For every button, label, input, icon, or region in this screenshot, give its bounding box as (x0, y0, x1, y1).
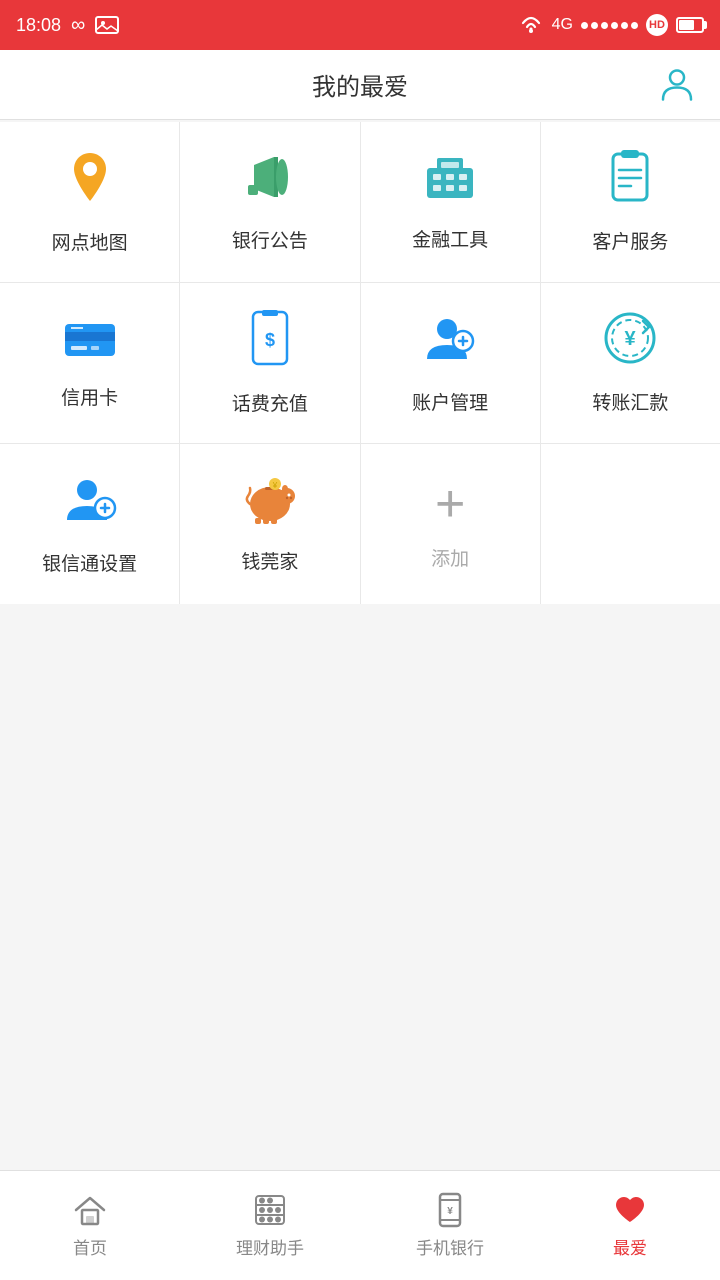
qianguanjia-icon: ¥ (243, 474, 297, 533)
grid-cell-credit-card[interactable]: 信用卡 (0, 283, 180, 443)
yinxintong-icon (63, 472, 117, 535)
nav-label-mobile-banking: 手机银行 (416, 1234, 484, 1259)
bottom-nav: 首页 理财助手 ¥ 手机银行 最爱 (0, 1170, 720, 1280)
nav-item-favorites[interactable]: 最爱 (540, 1171, 720, 1280)
nav-item-home[interactable]: 首页 (0, 1171, 180, 1280)
favorites-grid: 网点地图 银行公告 (0, 122, 720, 604)
finance-tools-icon (423, 152, 477, 211)
add-label: 添加 (431, 544, 469, 571)
yinxintong-label: 银信通设置 (42, 549, 137, 576)
home-icon (72, 1192, 108, 1228)
notice-label: 银行公告 (232, 226, 308, 253)
customer-service-icon (605, 150, 655, 213)
map-label: 网点地图 (52, 228, 128, 255)
mobile-banking-icon: ¥ (432, 1192, 468, 1228)
grid-cell-customer-service[interactable]: 客户服务 (541, 122, 720, 282)
grid-cell-finance-tools[interactable]: 金融工具 (361, 122, 541, 282)
image-icon (95, 16, 119, 34)
nav-item-mobile-banking[interactable]: ¥ 手机银行 (360, 1171, 540, 1280)
battery-icon (676, 17, 704, 33)
customer-service-label: 客户服务 (592, 227, 668, 254)
add-icon: + (435, 478, 465, 530)
status-left: 18:08 ∞ (16, 14, 119, 37)
grid-row-2: 信用卡 $ 话费充值 账户管理 (0, 283, 720, 444)
header: 我的最爱 (0, 50, 720, 120)
status-right: 4G HD (518, 14, 704, 36)
nav-label-finance-helper: 理财助手 (236, 1234, 304, 1259)
grid-cell-yinxintong[interactable]: 银信通设置 (0, 444, 180, 604)
svg-text:¥: ¥ (625, 328, 637, 350)
grid-cell-empty (541, 444, 720, 604)
signal-dots (581, 22, 638, 29)
credit-card-label: 信用卡 (61, 383, 118, 410)
account-mgmt-icon (423, 311, 477, 374)
hb-badge: HD (646, 14, 668, 36)
wifi-icon (518, 15, 544, 35)
grid-cell-account-mgmt[interactable]: 账户管理 (361, 283, 541, 443)
time-display: 18:08 (16, 15, 61, 36)
svg-text:$: $ (265, 330, 275, 350)
grid-cell-map[interactable]: 网点地图 (0, 122, 180, 282)
finance-tools-label: 金融工具 (412, 225, 488, 252)
grid-cell-add[interactable]: + 添加 (361, 444, 541, 604)
network-type: 4G (552, 16, 573, 34)
status-bar: 18:08 ∞ 4G HD (0, 0, 720, 50)
grid-cell-recharge[interactable]: $ 话费充值 (180, 283, 360, 443)
nav-label-home: 首页 (73, 1234, 107, 1259)
grid-row-3: 银信通设置 (0, 444, 720, 604)
nav-label-favorites: 最爱 (613, 1234, 647, 1259)
grid-cell-notice[interactable]: 银行公告 (180, 122, 360, 282)
transfer-label: 转账汇款 (592, 388, 668, 415)
svg-text:¥: ¥ (272, 481, 278, 490)
nav-item-finance-helper[interactable]: 理财助手 (180, 1171, 360, 1280)
credit-card-icon (63, 317, 117, 369)
page-title: 我的最爱 (312, 67, 408, 102)
transfer-icon: ¥ (603, 311, 657, 374)
notice-icon (244, 151, 296, 212)
svg-text:¥: ¥ (447, 1206, 453, 1217)
grid-cell-transfer[interactable]: ¥ 转账汇款 (541, 283, 720, 443)
avatar-button[interactable] (658, 63, 696, 106)
map-icon (64, 149, 116, 214)
grid-row-1: 网点地图 银行公告 (0, 122, 720, 283)
grid-cell-qianguanjia[interactable]: ¥ 钱莞家 (180, 444, 360, 604)
qianguanjia-label: 钱莞家 (241, 547, 298, 574)
abacus-icon (252, 1192, 288, 1228)
recharge-label: 话费充值 (232, 389, 308, 416)
recharge-icon: $ (249, 310, 291, 375)
heart-icon (612, 1192, 648, 1228)
account-mgmt-label: 账户管理 (412, 388, 488, 415)
infinity-icon: ∞ (71, 14, 85, 37)
